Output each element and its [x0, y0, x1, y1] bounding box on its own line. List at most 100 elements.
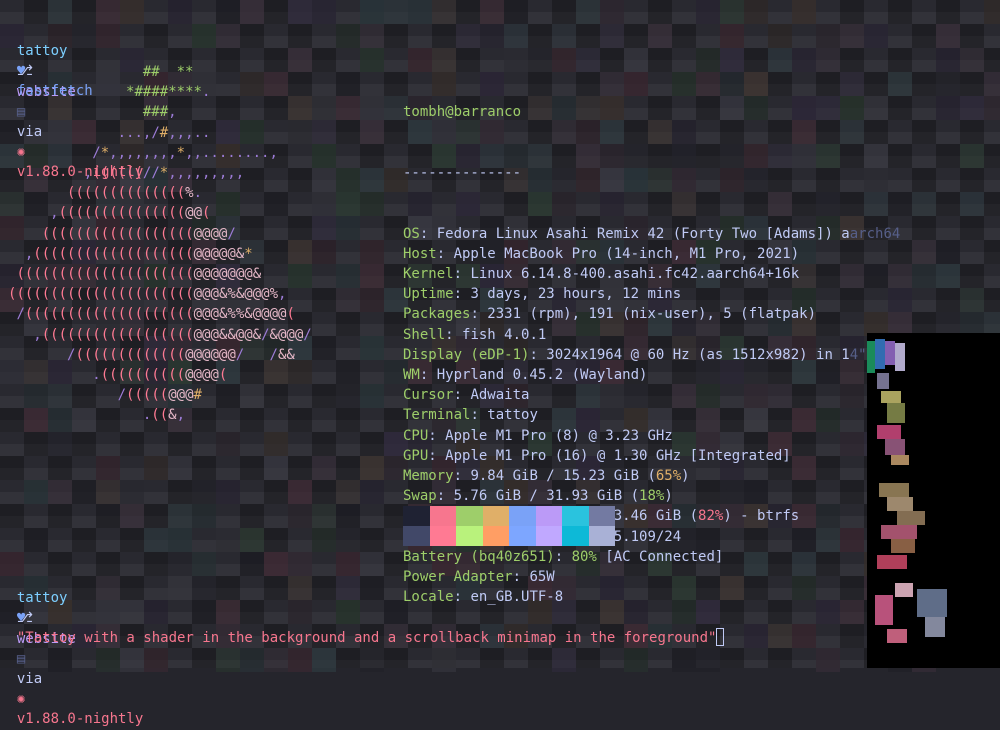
- info-value: 3 days, 23 hours, 12 mins: [470, 286, 682, 303]
- info-value: Adwaita: [470, 387, 530, 404]
- shader-cell: [480, 0, 504, 24]
- shader-cell: [960, 96, 984, 120]
- shader-cell: [312, 240, 336, 264]
- shader-cell: [816, 648, 840, 672]
- shader-cell: [168, 504, 192, 528]
- minimap-block: [875, 595, 893, 625]
- palette-swatch: [403, 506, 430, 526]
- shader-cell: [504, 0, 528, 24]
- logo-line: /(((((((((((((@@@@@@/ /&&: [67, 346, 295, 363]
- logo-line: .((((((((((@@@@(: [92, 367, 228, 384]
- info-value: 2331 (rpm), 191 (nix-user), 5 (flatpak): [487, 306, 817, 323]
- info-value: Hyprland 0.45.2 (Wayland): [436, 367, 648, 384]
- palette-swatch: [403, 526, 430, 546]
- shader-cell: [288, 552, 312, 576]
- minimap-block: [891, 539, 915, 553]
- palette-swatch: [562, 506, 589, 526]
- shader-cell: [696, 648, 720, 672]
- shader-cell: [936, 24, 960, 48]
- shader-cell: [360, 336, 384, 360]
- shader-cell: [312, 336, 336, 360]
- info-percent: 18%: [639, 488, 665, 505]
- logo-line: ((((((((((((((%.: [67, 185, 203, 202]
- shader-cell: [336, 528, 360, 552]
- minimap-block: [887, 403, 905, 423]
- info-row: Kernel: Linux 6.14.8-400.asahi.fc42.aarc…: [403, 266, 800, 283]
- logo-line: (((((((((((((((((((((@@@@@@@&: [16, 266, 262, 283]
- shader-cell: [336, 192, 360, 216]
- shader-cell: [192, 480, 216, 504]
- minimap-block: [877, 555, 907, 569]
- shader-cell: [216, 480, 240, 504]
- separator: --------------: [403, 165, 522, 182]
- info-key: Shell: [403, 326, 446, 343]
- shader-cell: [624, 648, 648, 672]
- info-percent: 82%: [698, 508, 724, 525]
- shader-cell: [360, 48, 384, 72]
- shader-cell: [264, 432, 288, 456]
- info-value: 65W: [529, 569, 555, 586]
- shader-cell: [312, 192, 336, 216]
- scrollback-minimap[interactable]: [867, 333, 1000, 668]
- shader-cell: [720, 24, 744, 48]
- shader-cell: [360, 264, 384, 288]
- command-line-2[interactable]: ♥ "Tattoy with a shader in the backgroun…: [0, 588, 725, 647]
- info-key: CPU: [403, 427, 429, 444]
- shader-cell: [72, 480, 96, 504]
- shader-cell: [216, 528, 240, 552]
- shader-cell: [360, 0, 384, 24]
- shader-cell: [840, 24, 864, 48]
- rust-crab-icon: ✺: [16, 691, 26, 708]
- shader-cell: [360, 552, 384, 576]
- info-value: Apple M1 Pro (16) @ 1.30 GHz [Integrated…: [445, 447, 791, 464]
- info-key: Cursor: [403, 387, 454, 404]
- shader-cell: [960, 48, 984, 72]
- prompt-via: via: [16, 671, 43, 688]
- shader-cell: [744, 0, 768, 24]
- color-palette: [403, 506, 615, 546]
- shader-cell: [480, 24, 504, 48]
- info-row: OS: Fedora Linux Asahi Remix 42 (Forty T…: [403, 225, 901, 242]
- shader-cell: [120, 480, 144, 504]
- shader-cell: [144, 528, 168, 552]
- heart-icon: ♥: [16, 610, 26, 627]
- info-key: Host: [403, 245, 437, 262]
- shader-cell: [192, 24, 216, 48]
- shader-cell: [192, 552, 216, 576]
- shader-cell: [96, 480, 120, 504]
- shader-cell: [336, 288, 360, 312]
- palette-swatch: [482, 506, 509, 526]
- info-value: Apple M1 Pro (8) @ 3.23 GHz: [445, 427, 673, 444]
- text-cursor: [716, 628, 725, 647]
- palette-swatch: [588, 506, 615, 526]
- shader-cell: [24, 480, 48, 504]
- shader-cell: [336, 24, 360, 48]
- shader-cell: [312, 120, 336, 144]
- info-key: WM: [403, 367, 420, 384]
- minimap-block: [895, 583, 913, 597]
- logo-line: ###,: [142, 104, 177, 121]
- logo-line: /*,,,,,,,,*,,........,: [92, 144, 278, 161]
- info-key: Packages: [403, 306, 471, 323]
- shader-cell: [312, 456, 336, 480]
- info-percent: 80%: [571, 548, 597, 565]
- info-key: Display (eDP-1): [403, 346, 530, 363]
- shader-cell: [960, 192, 984, 216]
- shader-cell: [816, 24, 840, 48]
- minimap-block: [875, 339, 885, 369]
- shader-cell: [168, 552, 192, 576]
- shader-cell: [960, 144, 984, 168]
- info-value: Apple MacBook Pro (14-inch, M1 Pro, 2021…: [453, 245, 800, 262]
- shader-cell: [336, 96, 360, 120]
- logo-line: ,(((((((((((((((@@(: [50, 205, 211, 222]
- shader-cell: [48, 480, 72, 504]
- shader-cell: [552, 24, 576, 48]
- info-key: Uptime: [403, 286, 454, 303]
- shader-cell: [672, 648, 696, 672]
- minimap-block: [891, 455, 909, 465]
- shader-cell: [576, 0, 600, 24]
- shader-cell: [360, 456, 384, 480]
- shader-cell: [360, 120, 384, 144]
- shader-cell: [336, 480, 360, 504]
- shader-cell: [432, 648, 456, 672]
